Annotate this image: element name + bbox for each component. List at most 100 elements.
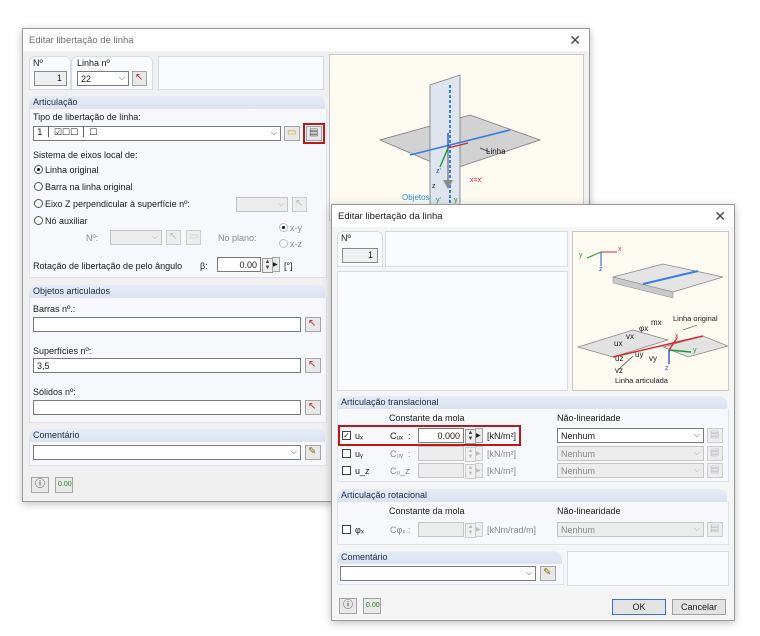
pick-members-button[interactable]: ↖ [305, 317, 321, 332]
sub-left-empty-panel [337, 271, 568, 391]
uz-nonlinearity-edit-button[interactable]: ▤ [707, 463, 723, 478]
uy-nonlinearity-edit-button[interactable]: ▤ [707, 446, 723, 461]
cancel-button[interactable]: Cancelar [672, 599, 726, 615]
radio-auxiliary-node[interactable] [34, 216, 43, 225]
ux-nonlinearity-edit-button[interactable]: ▤ [707, 428, 723, 443]
pick-surface-button[interactable]: ↖ [292, 197, 307, 212]
chevron-down-icon: ⌵ [693, 465, 700, 474]
header-empty-panel [158, 56, 324, 90]
fig-v-y: vy [649, 354, 657, 363]
pick-surfaces-button[interactable]: ↖ [305, 358, 321, 373]
fig-u-z: uz [615, 354, 624, 363]
surfaces-input[interactable]: 3,5 [33, 358, 301, 373]
articulation-section: Tipo de libertação de linha: 1 │ ☑☐☐ │ ☐… [29, 109, 327, 278]
units-button[interactable]: 0.00 [55, 477, 73, 493]
fig-x: x [675, 333, 679, 340]
beta-label: β: [200, 261, 208, 271]
surface-no-select[interactable]: ⌵ [236, 197, 288, 212]
sub-comment-section: ⌵ ✎ [337, 564, 564, 585]
sub-header-empty-panel [385, 231, 568, 267]
solids-input[interactable] [33, 400, 301, 415]
members-input[interactable] [33, 317, 301, 332]
phix-checkbox[interactable] [342, 525, 351, 534]
sub-help-button[interactable]: ⓘ [339, 598, 357, 614]
hinge-figure: x y z Linha original φx mx ux vx uy vy u… [572, 231, 729, 391]
radio-original-line[interactable] [34, 165, 43, 174]
sub-comment-select[interactable]: ⌵ [340, 566, 536, 581]
play-icon: ▶ [476, 527, 481, 533]
rot-nonlinearity-label: Não-linearidade [557, 506, 621, 516]
uz-nonlinearity-select[interactable]: Nenhum ⌵ [557, 463, 704, 478]
fig-label-yprime: y' [436, 197, 441, 204]
released-objects-section: Barras nº.: ↖ Superfícies nº: 3,5 ↖ Sóli… [29, 298, 327, 423]
uz-label: u_z [355, 466, 370, 476]
beta-arrow-button[interactable]: ▶ [272, 257, 280, 272]
radio-member-on-line[interactable] [34, 182, 43, 191]
fig-v-z: vz [615, 366, 623, 375]
phix-label: φₓ [355, 525, 364, 535]
beta-input[interactable]: 0.00 [217, 257, 261, 272]
uy-nonlinearity-value: Nenhum [561, 449, 596, 459]
folder-new-icon: ▭ [189, 231, 199, 242]
sub-no-label: Nº [341, 233, 351, 243]
spring-constant-label: Constante da mola [389, 413, 465, 423]
line-no-select[interactable]: 22 ⌵ [77, 71, 129, 86]
comment-select[interactable]: ⌵ [33, 445, 301, 460]
comment-button[interactable]: ✎ [305, 445, 321, 460]
pick-solids-button[interactable]: ↖ [305, 400, 321, 415]
cuz-arrow-button[interactable]: ▶ [475, 463, 483, 478]
cuy-arrow-button[interactable]: ▶ [475, 446, 483, 461]
release-type-select[interactable]: 1 │ ☑☐☐ │ ☐ ⌵ [33, 126, 281, 141]
fig-v-x: vx [626, 332, 634, 341]
phix-nonlinearity-select[interactable]: Nenhum ⌵ [557, 522, 704, 537]
pick-line-button[interactable]: ↖ [132, 71, 147, 86]
uy-nonlinearity-select[interactable]: Nenhum ⌵ [557, 446, 704, 461]
radio-plane-xz[interactable] [279, 239, 288, 248]
play-icon: ▶ [476, 468, 481, 474]
cuy-colon: : [408, 449, 411, 459]
line-no-panel: Linha nº 22 ⌵ ↖ [71, 56, 153, 90]
comment-edit-icon: ✎ [308, 446, 317, 457]
surfaces-label: Superfícies nº: [33, 346, 92, 356]
chevron-down-icon: ⌵ [118, 73, 125, 82]
translational-section: Constante da mola Não-linearidade ✓ uₓ C… [337, 409, 729, 482]
ux-nonlinearity-select[interactable]: Nenhum ⌵ [557, 428, 704, 443]
uz-checkbox[interactable] [342, 466, 351, 475]
sub-comment-button[interactable]: ✎ [540, 566, 556, 581]
cphix-input[interactable] [418, 522, 464, 537]
play-icon: ▶ [273, 262, 278, 268]
plane-xy-label: x-y [290, 223, 302, 233]
help-button[interactable]: ⓘ [31, 477, 49, 493]
plane-xz-label: x-z [290, 239, 302, 249]
uy-checkbox[interactable] [342, 449, 351, 458]
cuy-input[interactable] [418, 446, 464, 461]
radio-plane-xy[interactable] [279, 223, 288, 232]
new-node-button[interactable]: ▭ [186, 230, 201, 245]
close-icon[interactable]: ✕ [569, 32, 581, 49]
close-icon[interactable]: ✕ [714, 208, 726, 225]
new-release-type-button[interactable]: ▭ [284, 126, 300, 141]
chevron-down-icon: ⌵ [151, 232, 158, 241]
pointer-icon: ↖ [135, 72, 144, 83]
sub-units-button[interactable]: 0.00 [363, 598, 381, 614]
sub-comment-right-panel [567, 551, 729, 586]
ok-button[interactable]: OK [612, 599, 666, 615]
articulation-header-text: Articulação [33, 97, 78, 107]
cuz-input[interactable] [418, 463, 464, 478]
surfaces-value: 3,5 [37, 361, 50, 371]
hinge-illustration [576, 251, 728, 371]
edit-table-icon: ▤ [710, 429, 720, 440]
pick-node-button[interactable]: ↖ [166, 230, 181, 245]
phix-nonlinearity-edit-button[interactable]: ▤ [707, 522, 723, 537]
pointer-icon: ↖ [308, 401, 317, 412]
radio-z-axis-surface[interactable] [34, 199, 43, 208]
cphix-arrow-button[interactable]: ▶ [475, 522, 483, 537]
node-no-select[interactable]: ⌵ [110, 230, 162, 245]
pointer-icon: ↖ [169, 231, 178, 242]
translational-header-text: Articulação translacional [341, 397, 439, 407]
ux-row-highlight [338, 425, 521, 446]
comment-edit-icon: ✎ [543, 567, 552, 578]
uy-label: uᵧ [355, 449, 363, 459]
articulation-header: Articulação [29, 96, 325, 109]
node-no-label: Nº: [86, 233, 99, 243]
